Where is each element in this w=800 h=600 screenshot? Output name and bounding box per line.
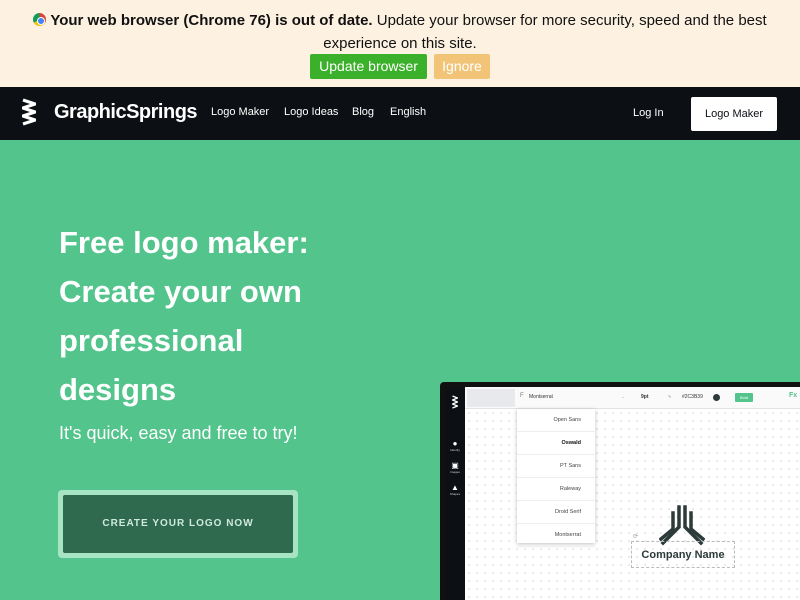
ignore-button[interactable]: Ignore (434, 54, 490, 79)
login-link[interactable]: Log In (633, 107, 664, 119)
hero-title-line: professional (59, 323, 244, 358)
spacing-icon: ↔ (621, 394, 625, 399)
update-browser-button[interactable]: Update browser (310, 54, 427, 79)
nav-language-link[interactable]: English (390, 106, 426, 118)
font-option: Oswald (517, 432, 595, 455)
font-option: Droid Serif (517, 501, 595, 524)
font-option: PT Sans (517, 455, 595, 478)
font-option: Raleway (517, 478, 595, 501)
hero-title-line: designs (59, 372, 177, 407)
banner-bold-text: Your web browser (Chrome 76) is out of d… (50, 12, 373, 29)
font-option: Montserrat (517, 524, 595, 547)
banner-message: Your web browser (Chrome 76) is out of d… (6, 9, 794, 55)
graphicsprings-logo-icon[interactable] (22, 98, 36, 126)
color-swatch (713, 394, 720, 401)
nav-blog-link[interactable]: Blog (352, 106, 374, 118)
brand-name[interactable]: GraphicSprings (54, 101, 198, 124)
font-option: Open Sans (517, 409, 595, 432)
sidebar-images: ▣ Images (448, 461, 462, 474)
top-nav: GraphicSprings Logo Maker Logo Ideas Blo… (0, 87, 800, 140)
bold-toggle: Bold (735, 393, 753, 402)
person-icon: ● (452, 439, 458, 448)
cta-outline: CREATE YOUR LOGO NOW (58, 490, 298, 558)
sidebar-shapes: ▲ Shapes (449, 483, 461, 496)
sidebar-identity: ● Identity (448, 439, 462, 452)
pencil-icon: ✎ (668, 394, 672, 399)
nav-logo-maker-button[interactable]: Logo Maker (691, 97, 777, 131)
hero-subtitle: It's quick, easy and free to try! (59, 423, 298, 443)
editor-logo-icon (452, 395, 458, 409)
editor-sidebar: ● Identity ▣ Images ▲ Shapes (445, 387, 465, 600)
hero-title-line: Free logo maker: (59, 225, 309, 260)
create-logo-button[interactable]: CREATE YOUR LOGO NOW (63, 495, 293, 553)
outdated-browser-banner: Your web browser (Chrome 76) is out of d… (0, 0, 800, 87)
font-select: Montserrat (529, 394, 553, 400)
chrome-icon (33, 13, 47, 26)
editor-canvas (465, 409, 800, 600)
font-dropdown: Open Sans Oswald PT Sans Raleway Droid S… (517, 409, 595, 547)
font-prefix: F (520, 393, 524, 399)
shapes-icon: ▲ (451, 483, 459, 492)
color-value: #2C3B39 (682, 394, 703, 400)
nav-logo-maker-link[interactable]: Logo Maker (211, 106, 269, 118)
hero-title: Free logo maker: Create your own profess… (59, 218, 359, 414)
sample-company-name: Company Name (641, 549, 725, 561)
nav-logo-ideas-link[interactable]: Logo Ideas (284, 106, 338, 118)
effects-button: Fx (789, 392, 798, 399)
undo-redo-icon (467, 389, 515, 407)
editor-toolbar: F Montserrat ↔ 9pt ✎ #2C3B39 Bold Fx (465, 387, 800, 409)
font-size: 9pt (641, 394, 649, 400)
banner-text: Update your browser for more security, s… (323, 12, 767, 52)
hero-title-line: Create your own (59, 274, 302, 309)
rotate-icon: ⟳ (633, 534, 639, 540)
image-icon: ▣ (451, 461, 459, 470)
logo-editor-preview: ● Identity ▣ Images ▲ Shapes F Montserra… (440, 382, 800, 600)
